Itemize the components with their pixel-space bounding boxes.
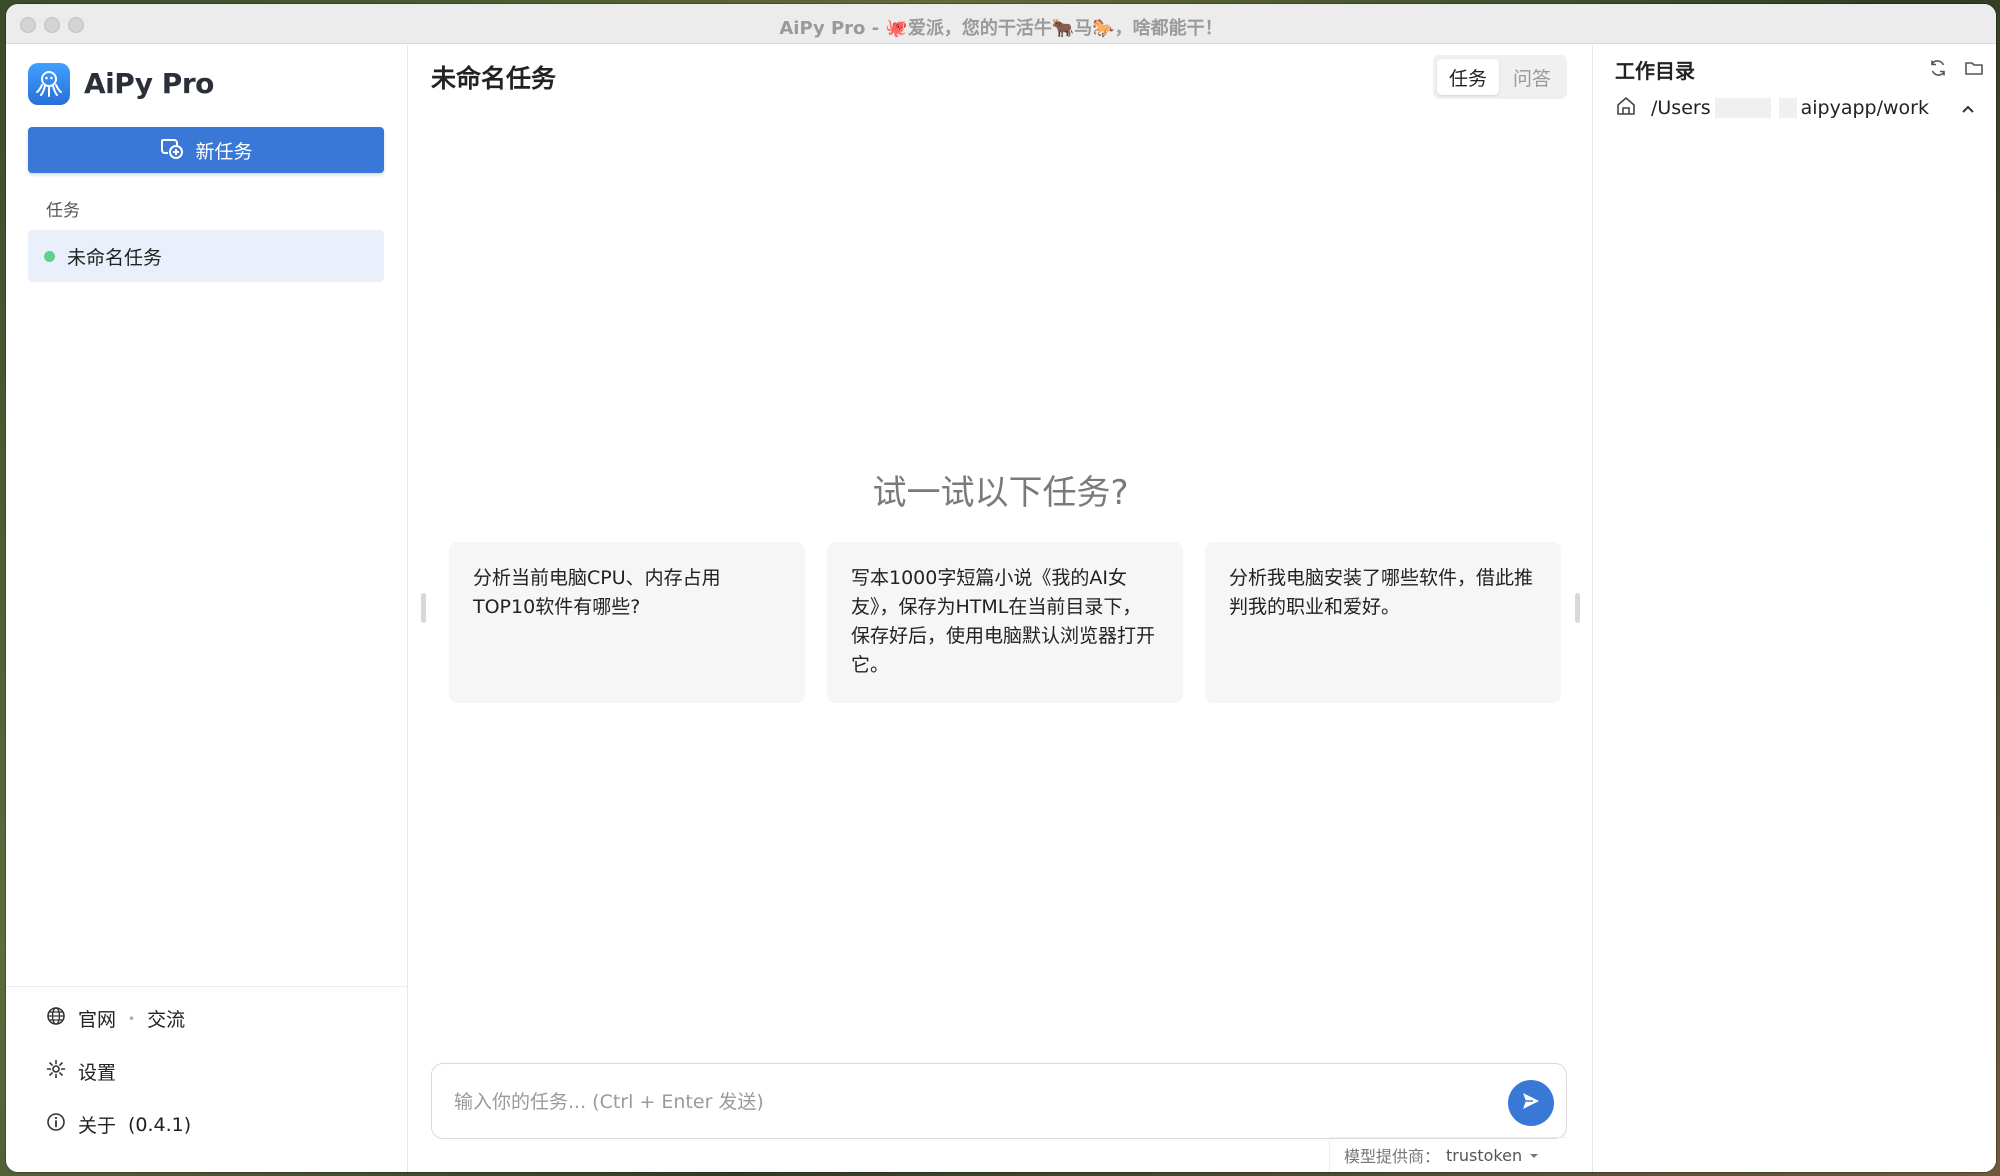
redacted-segment — [1714, 98, 1771, 118]
send-icon — [1520, 1090, 1542, 1116]
website-link[interactable]: 官网 — [78, 1005, 116, 1032]
directory-path: /Users aipyapp/work — [1651, 97, 1929, 119]
task-list-item[interactable]: 未命名任务 — [28, 230, 384, 282]
caret-down-icon — [1528, 1146, 1540, 1165]
task-input-box — [431, 1063, 1567, 1139]
task-input[interactable] — [454, 1086, 1454, 1118]
main-panel: 未命名任务 任务 问答 试一试以下任务? 分析当前电脑CPU、内存占用TOP10… — [409, 45, 1592, 1172]
refresh-icon[interactable] — [1927, 57, 1949, 79]
version-label: (0.4.1) — [128, 1113, 192, 1136]
octopus-logo-icon — [28, 63, 70, 105]
links-row: 官网 • 交流 — [46, 1005, 185, 1032]
chevron-up-icon[interactable] — [1961, 99, 1975, 118]
working-directory-panel: 工作目录 /Users aipyapp/work — [1592, 45, 1996, 1172]
provider-value: trustoken — [1446, 1145, 1523, 1165]
gear-icon — [46, 1059, 66, 1084]
model-provider-selector[interactable]: 模型提供商： trustoken — [1329, 1137, 1567, 1172]
path-suffix: aipyapp/work — [1800, 97, 1929, 119]
task-item-label: 未命名任务 — [67, 246, 163, 269]
community-link[interactable]: 交流 — [147, 1005, 185, 1032]
app-window: AiPy Pro - 🐙爱派，您的干活牛🐂马🐎，啥都能干！ AiPy Pro 新… — [6, 4, 1996, 1172]
page-title: 未命名任务 — [431, 64, 557, 93]
new-task-label: 新任务 — [195, 140, 253, 163]
settings-label: 设置 — [78, 1062, 117, 1084]
working-directory-title: 工作目录 — [1615, 59, 1695, 83]
link-separator: • — [128, 1011, 136, 1026]
window-title: AiPy Pro - 🐙爱派，您的干活牛🐂马🐎，啥都能干！ — [779, 18, 1223, 39]
title-bar: AiPy Pro - 🐙爱派，您的干活牛🐂马🐎，啥都能干！ — [6, 4, 1996, 44]
sidebar-footer-divider — [6, 986, 408, 987]
tasks-section-label: 任务 — [46, 201, 80, 221]
task-status-dot — [44, 250, 55, 262]
globe-icon — [46, 1006, 66, 1031]
tab-task[interactable]: 任务 — [1437, 59, 1499, 95]
right-resize-handle[interactable] — [1575, 593, 1580, 623]
suggestions-heading: 试一试以下任务? — [872, 473, 1129, 513]
new-task-button[interactable]: 新任务 — [28, 127, 384, 173]
send-button[interactable] — [1508, 1080, 1554, 1126]
home-icon — [1615, 95, 1637, 121]
settings-item[interactable]: 设置 — [46, 1058, 116, 1085]
suggestion-card[interactable]: 分析我电脑安装了哪些软件，借此推判我的职业和爱好。 — [1205, 542, 1561, 703]
new-chat-icon — [159, 135, 185, 166]
redacted-segment — [1778, 98, 1797, 118]
left-resize-handle[interactable] — [421, 593, 426, 623]
about-label: 关于 — [78, 1115, 117, 1137]
app-name: AiPy Pro — [84, 67, 214, 100]
provider-label: 模型提供商： — [1344, 1147, 1441, 1166]
folder-icon[interactable] — [1963, 57, 1985, 79]
info-icon — [46, 1112, 66, 1137]
sidebar: AiPy Pro 新任务 任务 未命名任务 官网 • 交流 设置 关于 (0.4… — [6, 45, 408, 1172]
directory-tree-root[interactable]: /Users aipyapp/work — [1615, 93, 1975, 123]
suggestion-card[interactable]: 写本1000字短篇小说《我的AI女友》，保存为HTML在当前目录下，保存好后，使… — [827, 542, 1183, 703]
mode-switcher: 任务 问答 — [1433, 55, 1567, 99]
path-prefix: /Users — [1651, 97, 1711, 119]
tab-qa[interactable]: 问答 — [1501, 59, 1563, 95]
suggestion-card[interactable]: 分析当前电脑CPU、内存占用TOP10软件有哪些? — [449, 542, 805, 703]
about-item[interactable]: 关于 (0.4.1) — [46, 1111, 191, 1138]
